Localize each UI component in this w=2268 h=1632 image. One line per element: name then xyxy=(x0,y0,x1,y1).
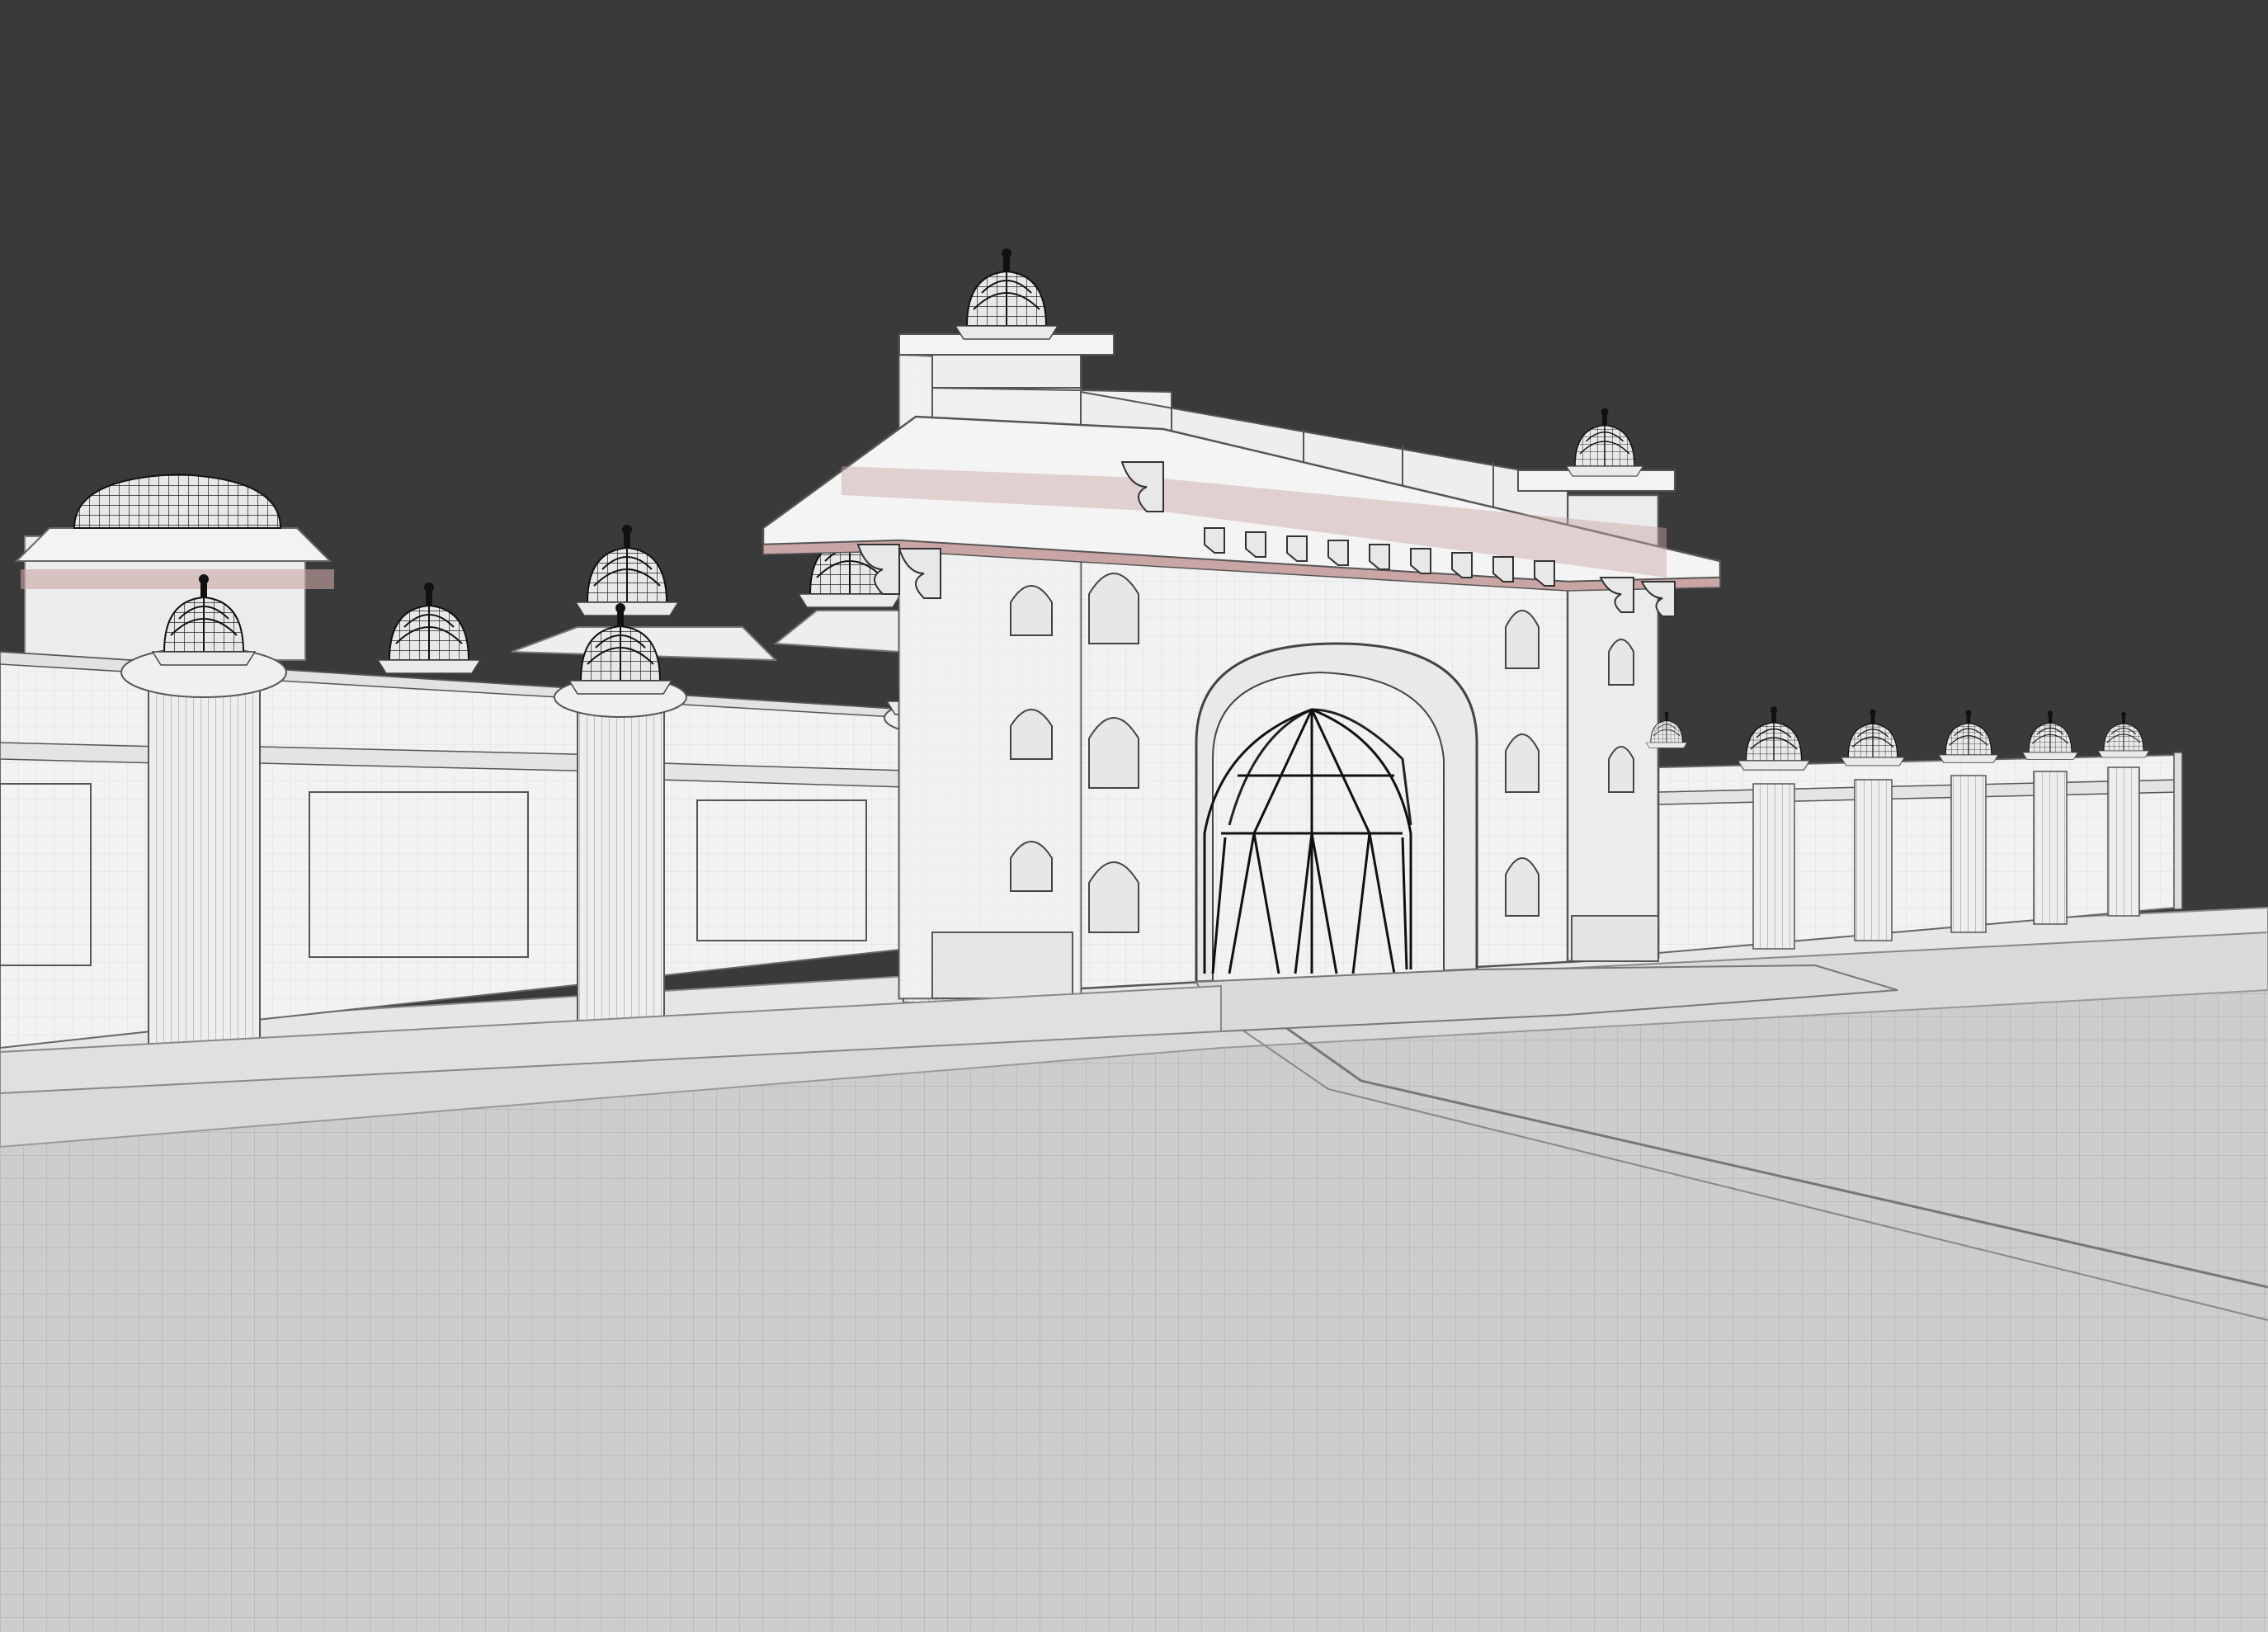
scene-canvas[interactable] xyxy=(0,0,2268,1632)
gate-archway xyxy=(1195,642,1478,983)
3d-viewport[interactable] xyxy=(0,0,2268,1632)
